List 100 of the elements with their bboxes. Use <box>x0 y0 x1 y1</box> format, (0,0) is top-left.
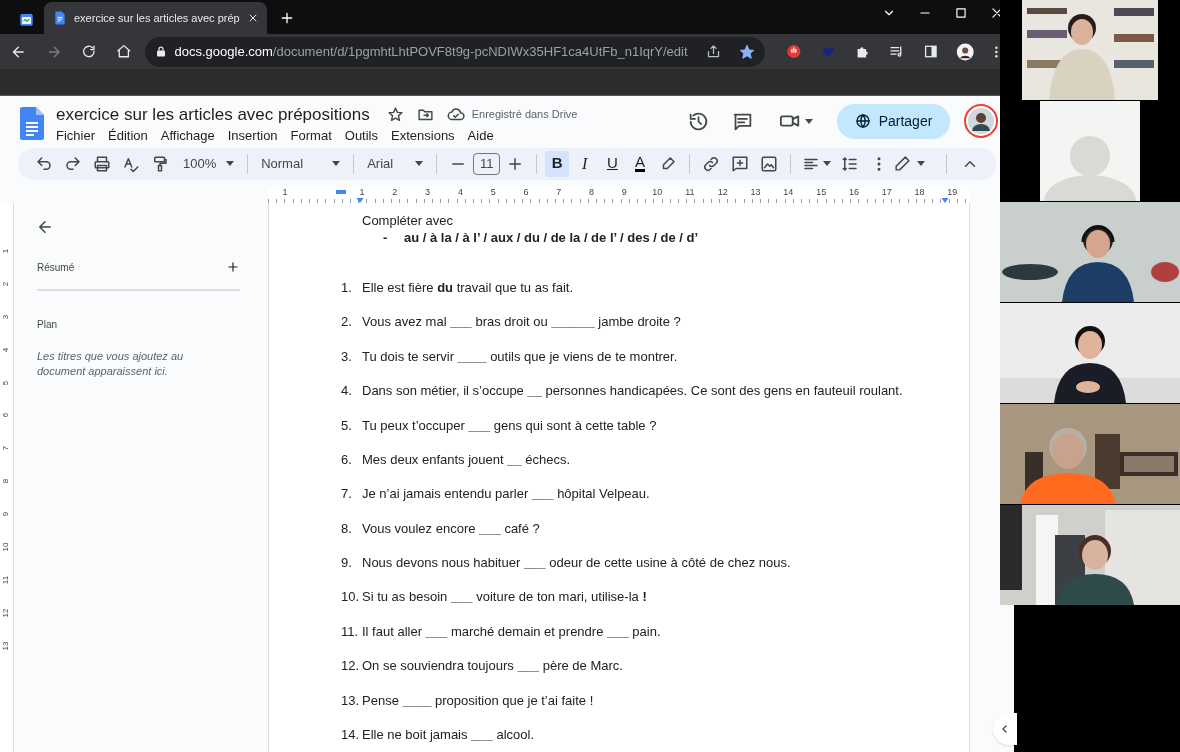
url-text: docs.google.com/document/d/1pgmhtLhtPOVF8t9g-pcNDIWx35HF1ca4UtFb_n1IqrY/edit <box>174 42 689 61</box>
menu-item[interactable]: Format <box>290 126 332 145</box>
ruler-number: 17 <box>881 187 892 197</box>
tab[interactable]: exercice sur les articles avec prép <box>44 2 267 35</box>
paint-format-icon[interactable] <box>151 154 169 173</box>
exercise-sentence: Dans son métier, il s’occupe __ personnes handicapées. Ce sont des gens en fauteuil roulant. <box>362 382 903 401</box>
ruler-number: 11 <box>685 187 695 197</box>
caret-icon <box>332 161 341 167</box>
ruler-number: 3 <box>425 187 431 197</box>
bullet-mark: - <box>383 229 389 246</box>
exercise-sentence: Il faut aller ___ marché demain et prendre ___ pain. <box>362 622 661 641</box>
save-status: Enregistré dans Drive <box>471 107 578 123</box>
line-spacing-icon[interactable] <box>841 154 860 173</box>
add-summary-icon[interactable] <box>226 260 240 275</box>
text-color-button[interactable]: A <box>627 150 653 177</box>
ruler-number: 10 <box>652 187 663 197</box>
exercise-sentence: Tu dois te servir ____ outils que je viens de te montrer. <box>362 347 678 366</box>
document-icon <box>53 10 67 27</box>
menu-item[interactable]: Affichage <box>160 126 215 145</box>
ruler-number: 16 <box>848 187 859 197</box>
document-title[interactable]: exercice sur les articles avec prépositions <box>56 103 370 126</box>
exercise-sentence: Pense ____ proposition que je t’ai faite ! <box>362 691 594 710</box>
menu-item[interactable]: Extensions <box>391 126 455 145</box>
maximize-icon[interactable] <box>954 6 968 20</box>
item-number: 3. <box>341 347 353 366</box>
bold-button[interactable]: B <box>544 150 570 177</box>
ruler-number: 5 <box>0 380 12 385</box>
editing-mode-dropdown[interactable] <box>894 155 926 173</box>
exercise-sentence: Elle est fière du travail que tu as fait. <box>362 278 573 297</box>
print-icon[interactable] <box>93 154 111 173</box>
ruler-number: 11 <box>0 575 12 585</box>
ruler-number: 2 <box>392 187 398 197</box>
menu-item[interactable]: Insertion <box>227 126 278 145</box>
summary-label: Résumé <box>37 260 75 275</box>
exercise-sentence: Tu peux t’occuper ___ gens qui sont à cette table ? <box>362 416 657 435</box>
menu-item[interactable]: Aide <box>467 126 494 145</box>
font-dropdown[interactable]: Arial <box>361 153 430 174</box>
undo-icon[interactable] <box>35 154 53 173</box>
font-size-field[interactable]: 11 <box>473 152 500 175</box>
ruler-number: 18 <box>914 187 925 197</box>
caret-icon <box>805 118 813 124</box>
ruler-number: 6 <box>523 187 529 197</box>
item-number: 6. <box>341 450 353 469</box>
ruler-number: 9 <box>621 187 627 197</box>
caret-icon <box>917 161 926 167</box>
docs-logo-icon[interactable] <box>20 106 44 140</box>
star-icon[interactable] <box>739 43 756 60</box>
item-number: 12. <box>341 657 361 676</box>
ruler-number: 19 <box>947 187 958 197</box>
share-icon[interactable] <box>706 44 722 60</box>
item-number: 13. <box>341 691 361 710</box>
ruler-number: 14 <box>783 187 794 197</box>
ruler-number: 4 <box>0 347 12 352</box>
ruler-number: 2 <box>0 281 12 287</box>
shield-icon[interactable] <box>786 43 803 61</box>
zoom-dropdown[interactable]: 100% <box>183 153 235 174</box>
item-number: 14. <box>341 726 361 745</box>
address-field[interactable]: docs.google.com/document/d/1pgmhtLhtPOVF8t9g-pcNDIWx35HF1ca4UtFb_n1IqrY/edit <box>144 36 766 67</box>
tab-title: exercice sur les articles avec prép <box>74 11 240 27</box>
ruler-number: 12 <box>0 608 12 618</box>
ruler-number: 1 <box>0 248 12 254</box>
ruler-number: 9 <box>0 511 12 517</box>
star-icon[interactable] <box>386 106 404 124</box>
ruler-number: 13 <box>0 641 12 651</box>
ruler-number: 4 <box>457 187 463 197</box>
exercise-sentence: Vous voulez encore ___ café ? <box>362 519 540 538</box>
add-comment-icon[interactable] <box>731 154 750 173</box>
lock-icon <box>154 45 167 59</box>
options-text: au / à la / à l’ / aux / du / de la / de l’ / des / de / d’ <box>404 229 699 246</box>
italic-button[interactable]: I <box>572 150 598 177</box>
item-number: 11. <box>341 622 360 641</box>
caret-icon <box>415 161 424 167</box>
ruler-number: 1 <box>282 187 288 197</box>
link-icon[interactable] <box>702 154 721 173</box>
caret-icon <box>226 161 235 167</box>
first-line-indent-icon[interactable] <box>336 189 346 194</box>
menu-item[interactable]: Édition <box>108 126 148 145</box>
item-number: 7. <box>341 485 353 504</box>
history-icon[interactable] <box>688 110 709 132</box>
image-icon[interactable] <box>760 154 779 173</box>
instruction-text: Compléter avec <box>362 212 454 228</box>
avatar-icon[interactable] <box>955 41 975 62</box>
exercise-sentence: Je n’ai jamais entendu parler ___ hôpital Velpeau. <box>362 485 650 504</box>
item-number: 9. <box>341 554 353 573</box>
redo-icon[interactable] <box>64 154 82 173</box>
ruler-number: 8 <box>0 479 12 484</box>
exercise-sentence: Vous avez mal ___ bras droit ou ______ jambe droite ? <box>362 313 681 332</box>
item-number: 10. <box>341 588 361 607</box>
item-number: 2. <box>341 313 353 332</box>
avatar-icon[interactable] <box>964 104 998 139</box>
menu-item[interactable]: Outils <box>344 126 378 145</box>
share-button[interactable]: Partager <box>837 103 950 139</box>
outline-hint: Les titres que vous ajoutez au document apparaissent ici. <box>37 348 185 379</box>
ruler-number: 5 <box>490 187 496 197</box>
outline-label: Plan <box>37 317 58 332</box>
ruler-number: 1 <box>359 187 365 197</box>
underline-button[interactable]: U <box>600 150 625 177</box>
menu-item[interactable]: Fichier <box>56 126 95 145</box>
ruler-number: 12 <box>717 187 728 197</box>
style-dropdown[interactable]: Normal <box>255 153 347 174</box>
